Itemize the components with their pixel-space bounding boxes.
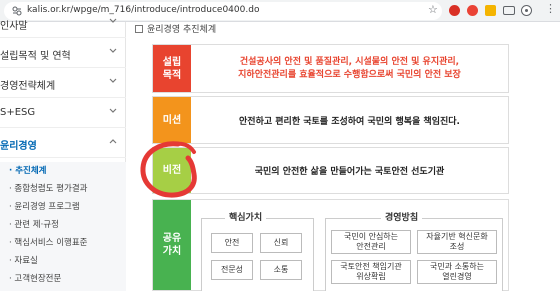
purpose-text: 건설공사의 안전 및 품질관리, 시설물의 안전 및 유지관리, 지하안전관리를… bbox=[238, 56, 461, 80]
browser-menu-icon[interactable]: ⋮ bbox=[545, 3, 556, 15]
mission-text: 안전하고 편리한 국토를 조성하여 국민의 행복을 책임진다. bbox=[239, 116, 460, 127]
submenu-item-system[interactable]: · 추진체계 bbox=[9, 164, 46, 176]
purpose-tag: 설립 목적 bbox=[153, 45, 191, 92]
submenu-item-program[interactable]: · 윤리경영 프로그램 bbox=[9, 200, 80, 212]
ethics-submenu: · 추진체계 · 종합청렴도 평가결과 · 윤리경영 프로그램 · 관련 제·규… bbox=[0, 162, 126, 291]
sidebar-item-esg[interactable]: S+ESG bbox=[0, 98, 126, 128]
mission-tag: 미션 bbox=[153, 97, 191, 143]
core-values-title: 핵심가치 bbox=[225, 210, 267, 223]
extension-icon-red[interactable] bbox=[449, 5, 460, 16]
extension-icon-shield[interactable] bbox=[467, 5, 478, 16]
chevron-up-icon bbox=[109, 139, 117, 144]
page-title: 윤리경영 추진체계 bbox=[147, 25, 217, 35]
chevron-down-icon bbox=[109, 108, 117, 113]
policy-item: 국민이 안심하는 안전관리 bbox=[331, 230, 411, 254]
tab-search-icon[interactable] bbox=[503, 6, 515, 15]
policy-item: 자율기반 혁신문화 조성 bbox=[417, 230, 497, 254]
extension-icon-yellow[interactable] bbox=[485, 5, 496, 16]
submenu-item-charter[interactable]: · 고객현장전문 bbox=[9, 272, 61, 284]
vision-tag: 비전 bbox=[153, 148, 191, 193]
submenu-item-archive[interactable]: · 자료실 bbox=[9, 254, 38, 266]
chevron-down-icon bbox=[109, 48, 117, 53]
vision-text: 국민의 안전한 삶을 만들어가는 국토안전 선도기관 bbox=[254, 167, 445, 177]
submenu-item-integrity[interactable]: · 종합청렴도 평가결과 bbox=[9, 182, 88, 194]
section-icon bbox=[135, 25, 143, 33]
vision-row: 비전 국민의 안전한 삶을 만들어가는 국토안전 선도기관 bbox=[152, 147, 509, 194]
sidebar-item-ethics[interactable]: 윤리경영 bbox=[0, 128, 126, 158]
core-value-item: 신뢰 bbox=[260, 233, 302, 253]
chevron-down-icon bbox=[109, 18, 117, 23]
sidebar-item-label: 설립목적 및 연혁 bbox=[0, 51, 71, 62]
submenu-item-service-standard[interactable]: · 핵심서비스 이행표준 bbox=[9, 236, 88, 248]
sidebar-nav: 인사말 설립목적 및 연혁 경영전략체계 S+ESG 윤리경영 · 추진체계 ·… bbox=[0, 18, 126, 291]
shared-values-row: 공유 가치 핵심가치 안전 신뢰 전문성 소통 경영방침 국민이 안심하는 안전… bbox=[152, 199, 509, 291]
sidebar-item-label: 윤리경영 bbox=[0, 141, 37, 152]
policies-title: 경영방침 bbox=[381, 210, 423, 223]
submenu-item-regulations[interactable]: · 관련 제·규정 bbox=[9, 218, 59, 230]
sidebar-item-label: 인사말 bbox=[0, 21, 28, 32]
shared-values-tag: 공유 가치 bbox=[153, 200, 191, 290]
mission-row: 미션 안전하고 편리한 국토를 조성하여 국민의 행복을 책임진다. bbox=[152, 96, 509, 144]
sidebar-item-history[interactable]: 설립목적 및 연혁 bbox=[0, 38, 126, 68]
sidebar-item-strategy[interactable]: 경영전략체계 bbox=[0, 68, 126, 98]
purpose-row: 설립 목적 건설공사의 안전 및 품질관리, 시설물의 안전 및 유지관리, 지… bbox=[152, 44, 509, 93]
policy-item: 국토안전 책임기관 위상확립 bbox=[331, 260, 411, 284]
sidebar-item-label: 경영전략체계 bbox=[0, 81, 56, 92]
core-value-item: 전문성 bbox=[211, 260, 253, 280]
core-values-box bbox=[201, 218, 314, 291]
sidebar-item-label: S+ESG bbox=[0, 107, 36, 118]
profile-avatar-icon[interactable] bbox=[521, 5, 532, 16]
sidebar-item-greeting[interactable]: 인사말 bbox=[0, 8, 126, 38]
chevron-down-icon bbox=[109, 78, 117, 83]
core-value-item: 소통 bbox=[260, 260, 302, 280]
core-value-item: 안전 bbox=[211, 233, 253, 253]
policy-item: 국민과 소통하는 열린경영 bbox=[417, 260, 497, 284]
bookmark-star-icon[interactable]: ☆ bbox=[428, 3, 438, 16]
